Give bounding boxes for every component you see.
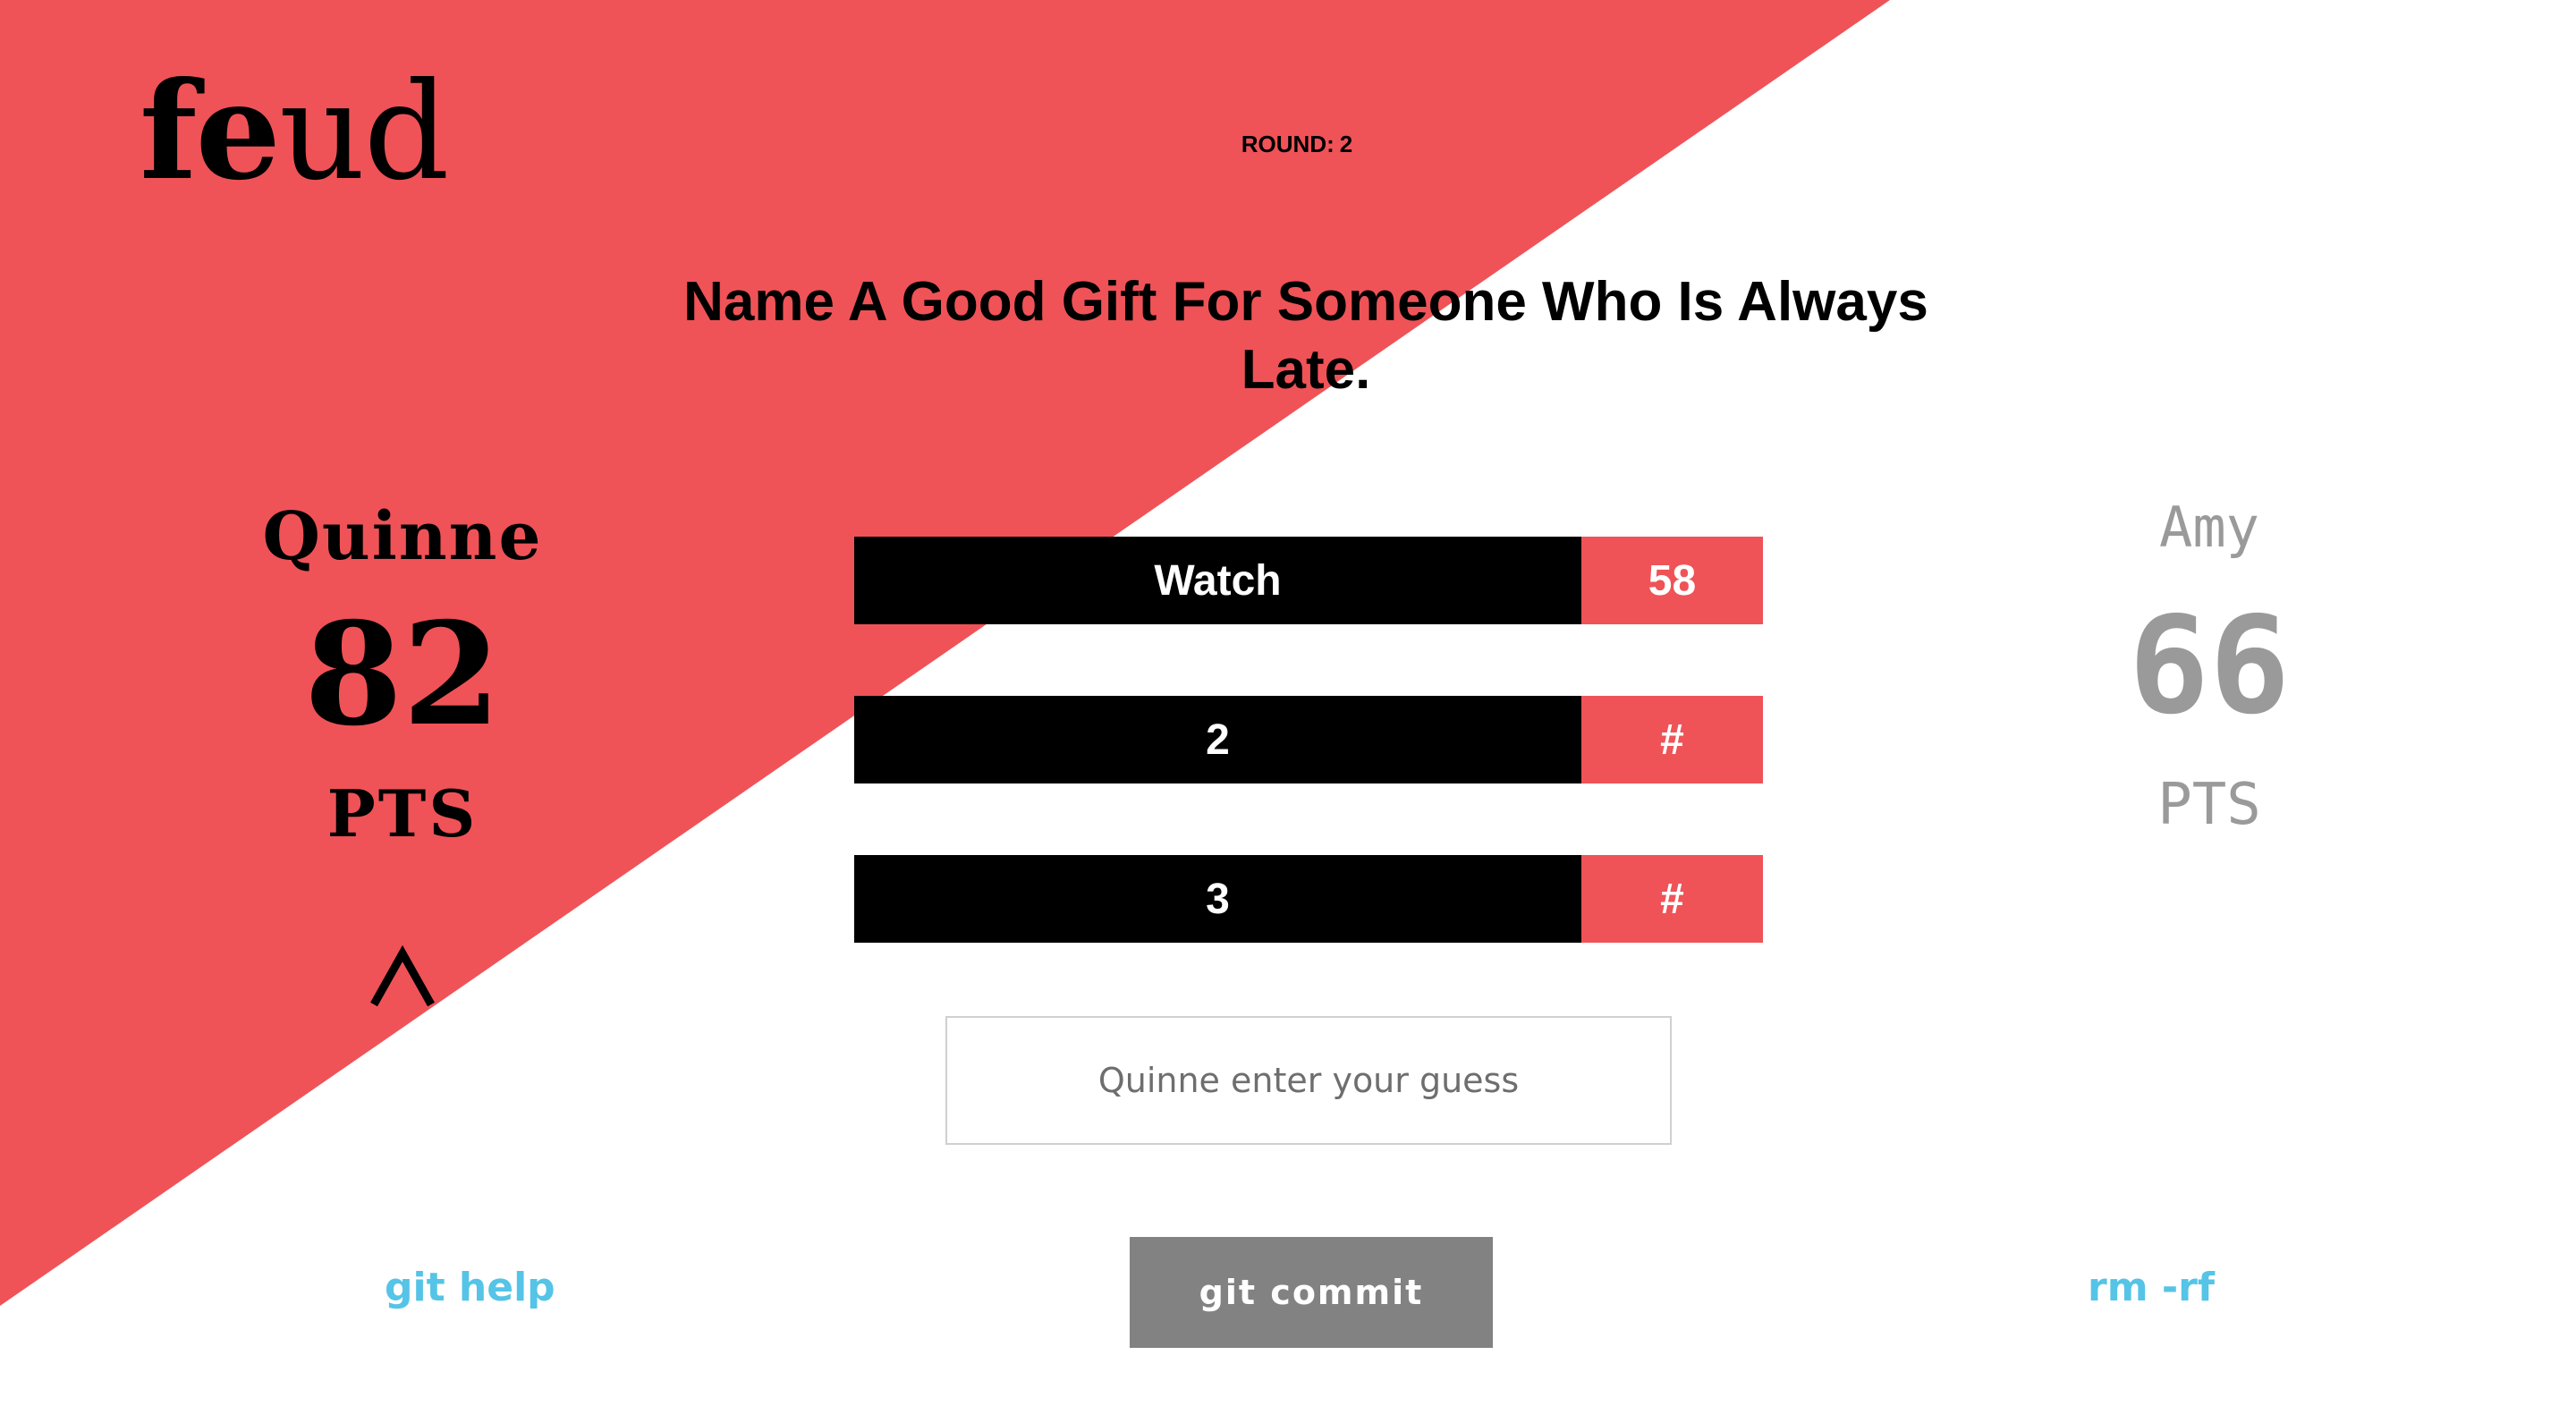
- round-indicator: ROUND: 2: [1163, 131, 1431, 158]
- caret-up-icon: [370, 944, 435, 1007]
- submit-guess-button[interactable]: git commit: [1130, 1237, 1493, 1348]
- question-text: Name A Good Gift For Someone Who Is Alwa…: [683, 271, 1928, 401]
- player-two-panel: Amy 66 PTS: [1986, 479, 2433, 854]
- answer-row: 3 #: [854, 855, 1763, 943]
- answer-row: 2 #: [854, 696, 1763, 783]
- player-one-points-label: PTS: [326, 775, 479, 851]
- round-number: 2: [1339, 131, 1353, 157]
- answer-row: Watch 58: [854, 537, 1763, 624]
- answer-points: 58: [1581, 537, 1763, 624]
- answer-points: #: [1581, 855, 1763, 943]
- player-two-points-label: PTS: [2157, 772, 2261, 838]
- answer-text: 2: [854, 696, 1581, 783]
- reset-link[interactable]: rm -rf: [2088, 1265, 2215, 1310]
- player-one-panel: Quinne 82 PTS: [179, 487, 626, 863]
- player-one-score: 82: [304, 592, 501, 758]
- player-one-name: Quinne: [262, 498, 543, 575]
- answer-points: #: [1581, 696, 1763, 783]
- answer-text: 3: [854, 855, 1581, 943]
- guess-input[interactable]: [945, 1016, 1672, 1145]
- player-two-name: Amy: [2159, 495, 2259, 560]
- round-label: ROUND:: [1241, 131, 1335, 157]
- help-link[interactable]: git help: [385, 1265, 555, 1310]
- player-two-score: 66: [2128, 589, 2291, 744]
- app-logo: feud: [140, 53, 450, 210]
- answer-text: Watch: [854, 537, 1581, 624]
